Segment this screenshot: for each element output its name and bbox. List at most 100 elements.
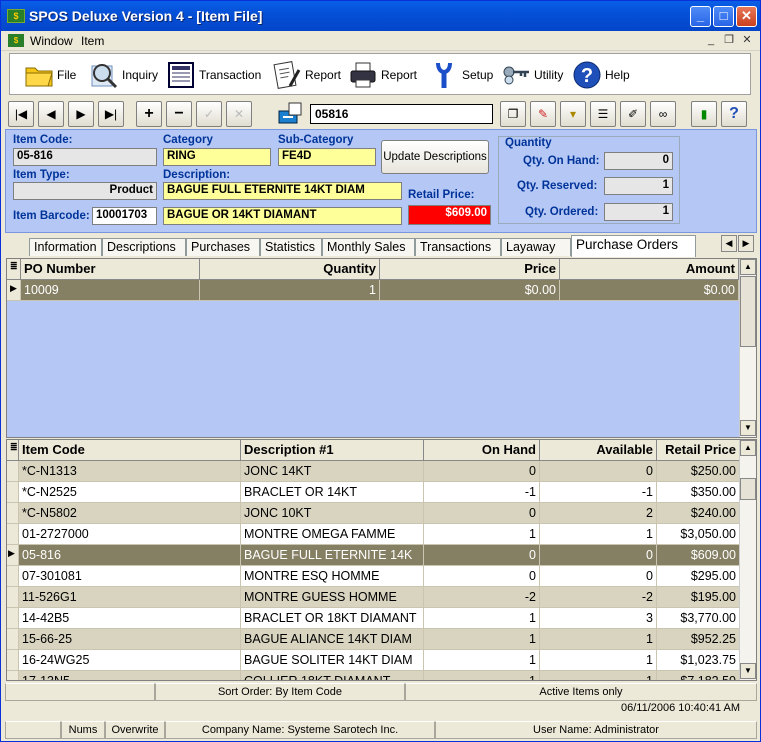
item-cell[interactable]: 16-24WG25 [19, 650, 241, 671]
po-header-price[interactable]: Price [380, 259, 560, 280]
item-cell[interactable]: 0 [540, 566, 657, 587]
po-header-number[interactable]: PO Number [21, 259, 200, 280]
add-record-button[interactable]: + [136, 101, 162, 127]
item-cell[interactable]: 14-42B5 [19, 608, 241, 629]
post-edit-button[interactable]: ✓ [196, 101, 222, 127]
item-cell[interactable]: 0 [424, 566, 540, 587]
item-code-field[interactable]: 05-816 [13, 148, 157, 166]
item-cell[interactable]: MONTRE OMEGA FAMME [241, 524, 424, 545]
transaction-button[interactable]: Transaction [166, 60, 261, 90]
item-cell[interactable]: 0 [424, 461, 540, 482]
last-record-button[interactable]: ▶| [98, 101, 124, 127]
item-cell[interactable]: 1 [424, 629, 540, 650]
basket-icon[interactable]: ▾ [560, 101, 586, 127]
item-cell[interactable]: $195.00 [657, 587, 740, 608]
delete-record-button[interactable]: − [166, 101, 192, 127]
item-cell[interactable]: *C-N2525 [19, 482, 241, 503]
tab-monthly-sales[interactable]: Monthly Sales [322, 238, 415, 256]
category-field[interactable]: RING [163, 148, 271, 166]
tab-scroll-left-icon[interactable]: ◀ [721, 235, 737, 252]
item-cell[interactable]: JONC 10KT [241, 503, 424, 524]
items-scrollbar[interactable]: ▲ ▼ [739, 440, 756, 680]
items-header-code[interactable]: Item Code [19, 440, 241, 461]
item-cell[interactable]: 1 [540, 629, 657, 650]
tab-transactions[interactable]: Transactions [415, 238, 501, 256]
scroll-down-icon[interactable]: ▼ [740, 420, 756, 436]
item-type-field[interactable]: Product [13, 182, 157, 200]
description1-field[interactable]: BAGUE FULL ETERNITE 14KT DIAM [163, 182, 402, 200]
menu-window[interactable]: Window [30, 34, 73, 48]
subcategory-field[interactable]: FE4D [278, 148, 376, 166]
minimize-button[interactable]: _ [690, 6, 711, 27]
mdi-minimize-button[interactable]: _ [703, 33, 719, 48]
item-cell[interactable]: $7,182.50 [657, 671, 740, 680]
items-header-onhand[interactable]: On Hand [424, 440, 540, 461]
item-cell[interactable]: 0 [540, 461, 657, 482]
file-button[interactable]: File [24, 60, 76, 90]
items-header-available[interactable]: Available [540, 440, 657, 461]
prev-record-button[interactable]: ◀ [38, 101, 64, 127]
item-cell[interactable]: JONC 14KT [241, 461, 424, 482]
menu-item[interactable]: Item [81, 34, 104, 48]
item-cell[interactable]: COLLIER 18KT DIAMANT [241, 671, 424, 680]
copy-icon[interactable]: ❐ [500, 101, 526, 127]
scroll-down-icon[interactable]: ▼ [740, 663, 756, 679]
tab-information[interactable]: Information [29, 238, 102, 256]
item-cell[interactable]: $350.00 [657, 482, 740, 503]
help-button[interactable]: ? Help [572, 60, 630, 90]
item-cell[interactable]: 1 [540, 650, 657, 671]
item-cell[interactable]: 1 [540, 671, 657, 680]
items-header-description[interactable]: Description #1 [241, 440, 424, 461]
retail-price-field[interactable]: $609.00 [408, 205, 491, 225]
item-cell[interactable]: 17-13N5 [19, 671, 241, 680]
mdi-restore-button[interactable]: ❐ [721, 33, 737, 48]
glasses-icon[interactable]: ∞ [650, 101, 676, 127]
item-cell[interactable]: 1 [424, 671, 540, 680]
help-question-icon[interactable]: ? [721, 101, 747, 127]
item-cell[interactable]: 1 [424, 524, 540, 545]
item-cell[interactable]: 1 [540, 524, 657, 545]
item-cell[interactable]: -2 [424, 587, 540, 608]
scroll-up-icon[interactable]: ▲ [740, 440, 756, 456]
item-cell[interactable]: 2 [540, 503, 657, 524]
po-cell[interactable]: 1 [200, 280, 380, 301]
scroll-thumb[interactable] [740, 478, 756, 500]
tab-layaway[interactable]: Layaway [501, 238, 571, 256]
notes-icon[interactable]: ☰ [590, 101, 616, 127]
item-cell[interactable]: BAGUE SOLITER 14KT DIAM [241, 650, 424, 671]
report-button[interactable]: Report [272, 60, 341, 90]
item-cell[interactable]: 15-66-25 [19, 629, 241, 650]
mdi-doc-icon[interactable]: $ [8, 34, 24, 47]
close-button[interactable]: ✕ [736, 6, 757, 27]
item-cell[interactable]: MONTRE ESQ HOMME [241, 566, 424, 587]
cancel-edit-button[interactable]: ✕ [226, 101, 252, 127]
item-cell[interactable]: $952.25 [657, 629, 740, 650]
item-cell[interactable]: $609.00 [657, 545, 740, 566]
item-cell[interactable]: *C-N5802 [19, 503, 241, 524]
po-cell[interactable]: $0.00 [560, 280, 739, 301]
item-cell[interactable]: $295.00 [657, 566, 740, 587]
inquiry-button[interactable]: Inquiry [89, 60, 158, 90]
find-item-icon[interactable] [277, 101, 305, 127]
first-record-button[interactable]: |◀ [8, 101, 34, 127]
item-cell[interactable]: $3,770.00 [657, 608, 740, 629]
report-print-button[interactable]: Report [348, 60, 417, 90]
item-cell[interactable]: 0 [540, 545, 657, 566]
item-cell[interactable]: $1,023.75 [657, 650, 740, 671]
item-cell[interactable]: *C-N1313 [19, 461, 241, 482]
exit-door-icon[interactable]: ▮ [691, 101, 717, 127]
item-cell[interactable]: 01-2727000 [19, 524, 241, 545]
edit-note-icon[interactable]: ✐ [620, 101, 646, 127]
po-header-amount[interactable]: Amount [560, 259, 739, 280]
item-cell[interactable]: BAGUE ALIANCE 14KT DIAM [241, 629, 424, 650]
scroll-up-icon[interactable]: ▲ [740, 259, 756, 275]
item-cell[interactable]: MONTRE GUESS HOMME [241, 587, 424, 608]
item-cell[interactable]: 1 [424, 650, 540, 671]
utility-button[interactable]: Utility [501, 60, 563, 90]
item-cell[interactable]: $250.00 [657, 461, 740, 482]
item-cell[interactable]: 1 [424, 608, 540, 629]
tag-icon[interactable]: ✎ [530, 101, 556, 127]
tab-purchases[interactable]: Purchases [186, 238, 260, 256]
mdi-close-button[interactable]: ✕ [739, 33, 755, 48]
item-cell[interactable]: 11-526G1 [19, 587, 241, 608]
